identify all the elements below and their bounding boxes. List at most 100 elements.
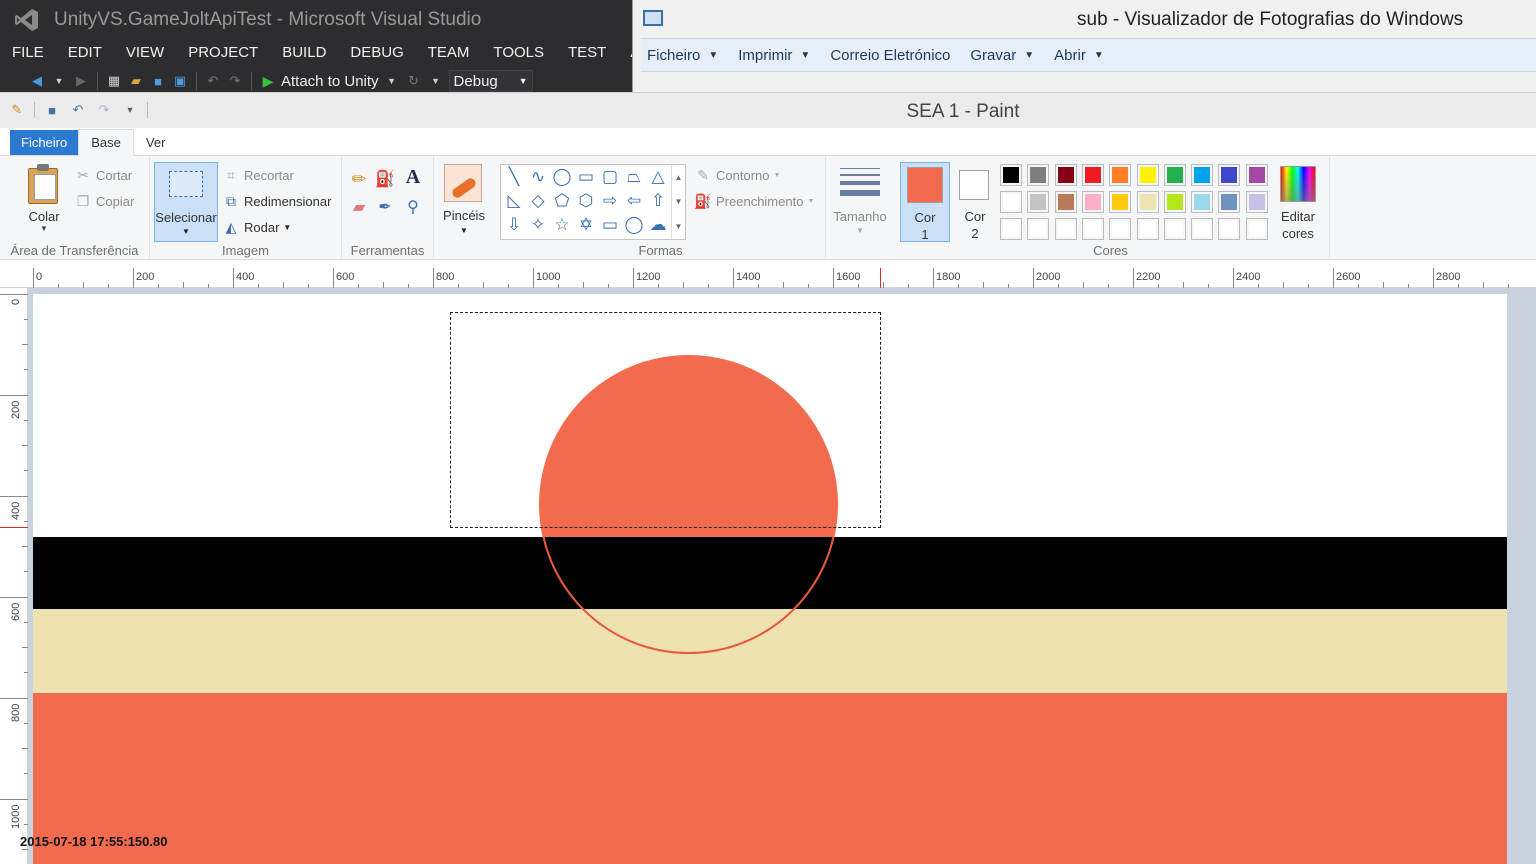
- palette-swatch[interactable]: [1000, 164, 1022, 186]
- copy-button[interactable]: ❐ Copiar: [74, 192, 135, 210]
- magnifier-icon[interactable]: ⚲: [404, 198, 422, 216]
- solution-config-select[interactable]: Debug ▼: [448, 70, 533, 92]
- vs-menu-build[interactable]: BUILD: [270, 44, 338, 61]
- five-point-star-shape-icon[interactable]: ☆: [551, 215, 573, 235]
- rect-callout-shape-icon[interactable]: ▭: [599, 215, 621, 235]
- select-button[interactable]: Selecionar ▼: [154, 162, 218, 242]
- attach-to-unity-button[interactable]: Attach to Unity: [281, 73, 379, 90]
- vs-menu-tools[interactable]: TOOLS: [481, 44, 556, 61]
- diamond-shape-icon[interactable]: ◇: [527, 191, 549, 211]
- pv-menu-file[interactable]: Ficheiro ▼: [647, 47, 718, 64]
- rotate-button[interactable]: ◭ Rodar ▼: [222, 218, 292, 236]
- scroll-up-icon[interactable]: ▲: [675, 173, 683, 182]
- refresh-icon[interactable]: ↻: [405, 72, 423, 90]
- save-icon[interactable]: ■: [149, 72, 167, 90]
- pv-menu-burn[interactable]: Gravar ▼: [970, 47, 1034, 64]
- polygon-shape-icon[interactable]: ⏢: [623, 167, 645, 187]
- palette-swatch[interactable]: [1163, 164, 1186, 186]
- palette-swatch[interactable]: [1081, 191, 1104, 213]
- oval-shape-icon[interactable]: ◯: [551, 167, 573, 187]
- six-point-star-shape-icon[interactable]: ✡: [575, 215, 597, 235]
- redo-icon[interactable]: ↷: [226, 72, 244, 90]
- palette-swatch[interactable]: [1000, 218, 1022, 240]
- palette-swatch[interactable]: [1054, 191, 1077, 213]
- palette-swatch[interactable]: [1136, 218, 1159, 240]
- drawing-canvas[interactable]: [33, 294, 1507, 864]
- tab-view[interactable]: Ver: [134, 130, 178, 155]
- pencil-icon[interactable]: ✏: [350, 169, 368, 189]
- palette-swatch[interactable]: [1109, 191, 1132, 213]
- cut-button[interactable]: ✂ Cortar: [74, 166, 132, 184]
- palette-swatch[interactable]: [1245, 164, 1268, 186]
- outline-button[interactable]: ✎ Contorno ▼: [694, 166, 780, 184]
- palette-swatch[interactable]: [1245, 191, 1268, 213]
- vs-menu-view[interactable]: VIEW: [114, 44, 176, 61]
- fill-bucket-icon[interactable]: ⛽: [375, 170, 395, 188]
- text-tool-icon[interactable]: A: [404, 166, 422, 188]
- palette-swatch[interactable]: [1081, 218, 1104, 240]
- triangle-shape-icon[interactable]: △: [647, 167, 669, 187]
- rectangle-shape-icon[interactable]: ▭: [575, 167, 597, 187]
- palette-swatch[interactable]: [1191, 164, 1214, 186]
- crop-button[interactable]: ⌗ Recortar: [222, 166, 294, 184]
- palette-swatch[interactable]: [1191, 191, 1214, 213]
- vs-menu-test[interactable]: TEST: [556, 44, 618, 61]
- oval-callout-shape-icon[interactable]: ◯: [623, 215, 645, 235]
- palette-swatch[interactable]: [1218, 218, 1241, 240]
- back-icon[interactable]: ◀: [28, 72, 46, 90]
- palette-swatch[interactable]: [1054, 218, 1077, 240]
- palette-swatch[interactable]: [1000, 191, 1022, 213]
- eraser-icon[interactable]: ▰: [350, 198, 368, 216]
- vs-menu-project[interactable]: PROJECT: [176, 44, 270, 61]
- palette-swatch[interactable]: [1163, 218, 1186, 240]
- scroll-down-icon[interactable]: ▼: [675, 197, 683, 206]
- save-all-icon[interactable]: ▣: [171, 72, 189, 90]
- palette-swatch[interactable]: [1218, 164, 1241, 186]
- palette-swatch[interactable]: [1136, 191, 1159, 213]
- rounded-rectangle-shape-icon[interactable]: ▢: [599, 167, 621, 187]
- down-arrow-shape-icon[interactable]: ⇩: [503, 215, 525, 235]
- palette-swatch[interactable]: [1109, 164, 1132, 186]
- paste-button[interactable]: Colar ▼: [28, 209, 60, 233]
- color-picker-icon[interactable]: ✒: [376, 198, 394, 216]
- palette-swatch[interactable]: [1054, 164, 1077, 186]
- undo-icon[interactable]: ↶: [204, 72, 222, 90]
- canvas-workspace[interactable]: [28, 288, 1536, 864]
- palette-swatch[interactable]: [1081, 164, 1104, 186]
- open-folder-icon[interactable]: ▰: [127, 72, 145, 90]
- left-arrow-shape-icon[interactable]: ⇦: [623, 191, 645, 211]
- shapes-gallery[interactable]: ╲ ∿ ◯ ▭ ▢ ⏢ △ ◺ ◇ ⬠ ⬡ ⇨ ⇦ ⇧ ⇩ ✧ ☆ ✡ ▭ ◯: [500, 164, 686, 240]
- up-arrow-shape-icon[interactable]: ⇧: [647, 191, 669, 211]
- palette-swatch[interactable]: [1027, 191, 1050, 213]
- four-point-star-shape-icon[interactable]: ✧: [527, 215, 549, 235]
- forward-icon[interactable]: ▶: [72, 72, 90, 90]
- palette-swatch[interactable]: [1027, 218, 1050, 240]
- size-button[interactable]: Tamanho ▼: [833, 162, 887, 242]
- vs-menu-file[interactable]: FILE: [0, 44, 56, 61]
- right-triangle-shape-icon[interactable]: ◺: [503, 191, 525, 211]
- dropdown-icon[interactable]: ▼: [383, 72, 401, 90]
- brushes-button[interactable]: Pincéis ▼: [442, 162, 486, 242]
- gallery-expand-icon[interactable]: ▼: [675, 222, 683, 231]
- line-shape-icon[interactable]: ╲: [503, 167, 525, 187]
- hexagon-shape-icon[interactable]: ⬡: [575, 191, 597, 211]
- tab-file[interactable]: Ficheiro: [10, 130, 79, 155]
- cloud-callout-shape-icon[interactable]: ☁: [647, 215, 669, 235]
- right-arrow-shape-icon[interactable]: ⇨: [599, 191, 621, 211]
- palette-swatch[interactable]: [1136, 164, 1159, 186]
- pv-menu-email[interactable]: Correio Eletrónico: [830, 47, 950, 64]
- resize-button[interactable]: ⧉ Redimensionar: [222, 192, 331, 210]
- pentagon-shape-icon[interactable]: ⬠: [551, 191, 573, 211]
- tab-home[interactable]: Base: [78, 129, 134, 156]
- palette-swatch[interactable]: [1191, 218, 1214, 240]
- palette-swatch[interactable]: [1245, 218, 1268, 240]
- vs-menu-team[interactable]: TEAM: [416, 44, 482, 61]
- color2-button[interactable]: Cor 2: [954, 162, 996, 242]
- paste-icon[interactable]: [28, 164, 60, 204]
- fill-button[interactable]: ⛽ Preenchimento ▼: [694, 192, 814, 210]
- palette-swatch[interactable]: [1027, 164, 1050, 186]
- curve-shape-icon[interactable]: ∿: [527, 167, 549, 187]
- dropdown-icon[interactable]: ▼: [50, 72, 68, 90]
- color1-button[interactable]: Cor 1: [900, 162, 950, 242]
- pv-menu-open[interactable]: Abrir ▼: [1054, 47, 1104, 64]
